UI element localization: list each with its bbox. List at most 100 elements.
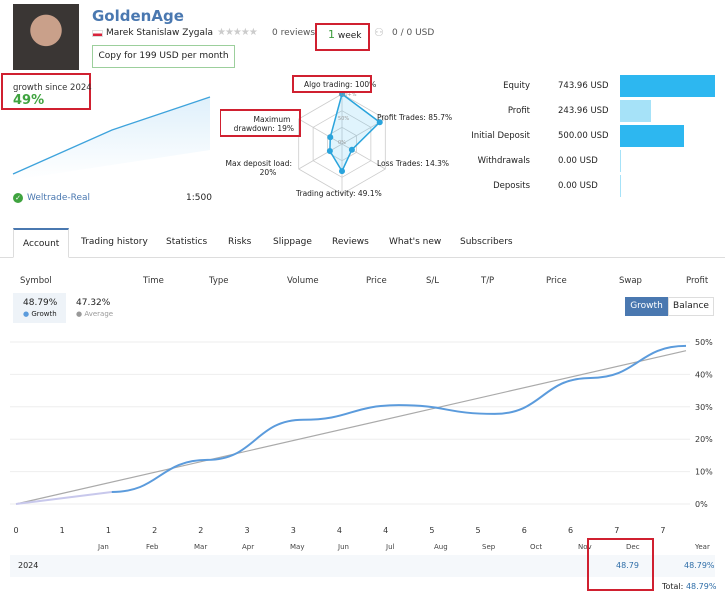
radar-point — [326, 148, 333, 154]
y-tick-label: 10% — [695, 468, 713, 477]
ring-label-0: 0% — [338, 140, 346, 146]
month-header: Jun — [338, 543, 349, 551]
x-tick-label: 5 — [429, 526, 434, 535]
column-header[interactable]: Volume — [287, 276, 319, 286]
month-header: Jan — [98, 543, 109, 551]
average-line — [15, 350, 687, 505]
column-header[interactable]: Symbol — [20, 276, 52, 286]
radar-point — [327, 134, 334, 141]
x-tick-label: 5 — [476, 526, 481, 535]
month-header: Apr — [242, 543, 255, 551]
copy-button[interactable]: Copy for 199 USD per month — [92, 45, 235, 68]
legend-average-label[interactable]: Average — [84, 310, 113, 318]
x-tick-label: 6 — [522, 526, 527, 535]
total-label: Total: — [662, 582, 684, 591]
age-number: 1 — [328, 28, 335, 41]
tab-statistics[interactable]: Statistics — [166, 228, 207, 258]
radar-shape — [329, 92, 381, 173]
y-tick-label: 40% — [695, 370, 713, 379]
tab-subscribers[interactable]: Subscribers — [460, 228, 513, 258]
leverage: 1:500 — [186, 193, 212, 203]
radar-point — [339, 168, 345, 175]
stat-bar — [620, 125, 684, 147]
stat-value: 0.00 USD — [558, 156, 598, 166]
legend-dot-icon: ● — [23, 310, 30, 318]
legend-growth[interactable]: 48.79% ● Growth — [13, 293, 66, 323]
column-header[interactable]: Profit — [686, 276, 708, 286]
tab-what-s-new[interactable]: What's new — [389, 228, 441, 258]
column-header[interactable]: Price — [546, 276, 567, 286]
stat-value: 0.00 USD — [558, 181, 598, 191]
x-tick-label: 3 — [291, 526, 296, 535]
stat-bar — [620, 150, 621, 172]
activity-label: Trading activity: 49.1% — [295, 189, 382, 198]
column-header[interactable]: Time — [143, 276, 164, 286]
legend-average-value: 47.32% — [76, 298, 111, 308]
algo-label: Algo trading: 100% — [304, 80, 376, 89]
stat-bar — [620, 75, 715, 97]
year-total-value: 48.79% — [684, 561, 715, 570]
column-header[interactable]: Price — [366, 276, 387, 286]
x-tick-label: 6 — [568, 526, 573, 535]
balance-toggle[interactable]: Balance — [668, 297, 714, 316]
deposit-load-label: Max deposit load: — [226, 159, 293, 168]
radar-point — [348, 146, 355, 153]
column-header[interactable]: Swap — [619, 276, 642, 286]
tab-slippage[interactable]: Slippage — [273, 228, 312, 258]
stat-label: Equity — [503, 81, 530, 91]
column-header[interactable]: Type — [209, 276, 229, 286]
x-tick-label: 7 — [660, 526, 665, 535]
x-tick-label: 2 — [152, 526, 157, 535]
x-tick-label: 1 — [106, 526, 111, 535]
tab-risks[interactable]: Risks — [228, 228, 251, 258]
stat-value: 743.96 USD — [558, 81, 609, 91]
tab-reviews[interactable]: Reviews — [332, 228, 369, 258]
legend-growth-label: Growth — [31, 310, 57, 318]
reviews-count[interactable]: 0 reviews — [272, 28, 315, 38]
month-header: Year — [695, 543, 710, 551]
month-header: Aug — [434, 543, 448, 551]
profit-trades-label: Profit Trades: 85.7% — [377, 113, 452, 122]
month-header: Jul — [386, 543, 395, 551]
drawdown-value: drawdown: 19% — [234, 124, 294, 133]
stat-bar — [620, 175, 621, 197]
stat-label: Withdrawals — [477, 156, 530, 166]
x-tick-label: 4 — [383, 526, 388, 535]
stat-label: Deposits — [493, 181, 530, 191]
rating-stars-icon: ★★★★★ — [217, 27, 258, 38]
x-tick-label: 2 — [198, 526, 203, 535]
stat-label: Profit — [507, 106, 530, 116]
author-name[interactable]: Marek Stanislaw Zygala — [106, 28, 213, 38]
month-header: Sep — [482, 543, 496, 551]
age-unit: week — [337, 31, 362, 41]
legend-growth-value: 48.79% — [23, 298, 58, 308]
y-tick-label: 20% — [695, 435, 713, 444]
growth-sparkline — [12, 96, 211, 180]
total-value: 48.79% — [685, 582, 717, 591]
month-header: Feb — [146, 543, 159, 551]
month-header: May — [290, 543, 305, 551]
x-tick-label: 3 — [245, 526, 250, 535]
year-label: 2024 — [18, 561, 39, 570]
growth-line — [111, 344, 687, 494]
growth-line-initial — [15, 491, 112, 505]
subscribers-funds: 0 / 0 USD — [392, 28, 435, 38]
signal-title[interactable]: GoldenAge — [92, 7, 184, 25]
x-tick-label: 1 — [60, 526, 65, 535]
stat-bar — [620, 100, 652, 122]
column-header[interactable]: T/P — [481, 276, 494, 286]
stat-value: 243.96 USD — [558, 106, 609, 116]
subscribers-icon: ⚇ — [374, 26, 384, 39]
broker-link[interactable]: Weltrade-Real — [27, 193, 90, 203]
verified-icon: ✓ — [13, 193, 23, 203]
y-tick-label: 30% — [695, 403, 713, 412]
x-tick-label: 7 — [614, 526, 619, 535]
stat-label: Initial Deposit — [471, 131, 530, 141]
column-header[interactable]: S/L — [426, 276, 439, 286]
tab-account[interactable]: Account — [13, 228, 70, 258]
y-tick-label: 0% — [695, 500, 708, 509]
x-tick-label: 4 — [337, 526, 342, 535]
x-tick-label: 0 — [13, 526, 18, 535]
growth-toggle[interactable]: Growth — [625, 297, 668, 316]
tab-trading-history[interactable]: Trading history — [81, 228, 148, 258]
